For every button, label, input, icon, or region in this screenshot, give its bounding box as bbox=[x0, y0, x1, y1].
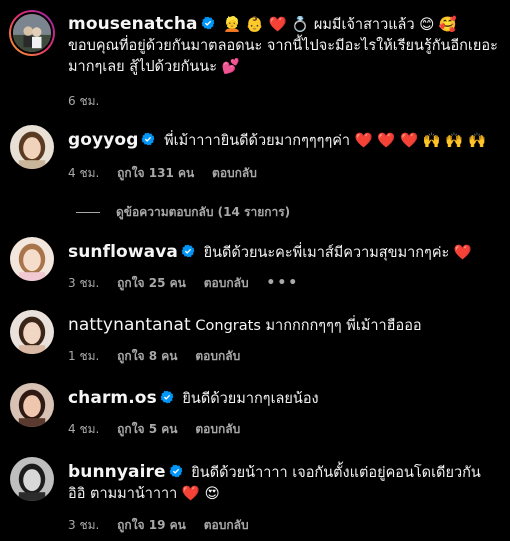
username[interactable]: goyyog bbox=[68, 130, 138, 150]
timestamp: 3 ชม. bbox=[68, 276, 100, 290]
reply-button[interactable]: ตอบกลับ bbox=[195, 349, 240, 363]
comment-body: nattynantanat Congrats มากกกกๆๆๆ พี่เม้า… bbox=[68, 315, 498, 337]
reply-button[interactable]: ตอบกลับ bbox=[204, 518, 249, 532]
comment-text: ยินดีด้วยมากๆเลยน้อง bbox=[182, 391, 319, 407]
verified-badge-icon bbox=[169, 464, 183, 478]
comment-meta: 3 ชม. ถูกใจ 19 คน ตอบกลับ bbox=[68, 516, 263, 535]
like-count[interactable]: ถูกใจ 131 คน bbox=[117, 166, 194, 180]
reply-button[interactable]: ตอบกลับ bbox=[195, 422, 240, 436]
timestamp: 6 ชม. bbox=[68, 94, 100, 108]
verified-badge-icon bbox=[181, 244, 195, 258]
avatar[interactable] bbox=[9, 10, 55, 56]
avatar[interactable] bbox=[10, 310, 54, 354]
comment-meta: 6 ชม. bbox=[68, 92, 113, 111]
view-replies-label: ดูข้อความตอบกลับ (14 รายการ) bbox=[116, 205, 291, 219]
username[interactable]: bunnyaire bbox=[68, 462, 166, 482]
comment-meta: 4 ชม. ถูกใจ 131 คน ตอบกลับ bbox=[68, 164, 271, 183]
divider bbox=[76, 212, 100, 213]
timestamp: 4 ชม. bbox=[68, 422, 100, 436]
comment-body: goyyog พี่เม้าาาายินดีด้วยมากๆๆๆๆค่า ❤️ … bbox=[68, 130, 498, 152]
username[interactable]: sunflowava bbox=[68, 242, 178, 262]
comment-meta: 1 ชม. ถูกใจ 8 คน ตอบกลับ bbox=[68, 347, 254, 366]
comment-meta: 3 ชม. ถูกใจ 25 คน ตอบกลับ ••• bbox=[68, 274, 313, 293]
timestamp: 3 ชม. bbox=[68, 518, 100, 532]
comment-text: Congrats มากกกกๆๆๆ พี่เม้าาฮือออ bbox=[195, 318, 422, 334]
like-count[interactable]: ถูกใจ 8 คน bbox=[117, 349, 177, 363]
comment-body: bunnyaire ยินดีด้วยน้าาาา เจอกันตั้งแต่อ… bbox=[68, 462, 498, 505]
view-replies-button[interactable]: ดูข้อความตอบกลับ (14 รายการ) bbox=[76, 203, 290, 222]
verified-badge-icon bbox=[160, 390, 174, 404]
avatar[interactable] bbox=[10, 457, 54, 501]
avatar[interactable] bbox=[10, 237, 54, 281]
comment-body: sunflowava ยินดีด้วยนะคะพี่เมาส์มีความสุ… bbox=[68, 242, 498, 264]
comment-text: ยินดีด้วยนะคะพี่เมาส์มีความสุขมากๆค่ะ ❤️ bbox=[203, 245, 472, 261]
username[interactable]: nattynantanat bbox=[68, 315, 191, 335]
avatar[interactable] bbox=[10, 125, 54, 169]
reply-button[interactable]: ตอบกลับ bbox=[212, 166, 257, 180]
like-count[interactable]: ถูกใจ 5 คน bbox=[117, 422, 177, 436]
comment-meta: 4 ชม. ถูกใจ 5 คน ตอบกลับ bbox=[68, 420, 254, 439]
avatar[interactable] bbox=[10, 383, 54, 427]
like-count[interactable]: ถูกใจ 25 คน bbox=[117, 276, 186, 290]
comment-text: พี่เม้าาาายินดีด้วยมากๆๆๆๆค่า ❤️ ❤️ ❤️ 🙌… bbox=[164, 133, 487, 149]
comment-body: mousenatcha 👱 👶 ❤️ 💍 ผมมีเจ้าสาวแล้ว 😊 🥰… bbox=[68, 14, 498, 78]
timestamp: 1 ชม. bbox=[68, 349, 100, 363]
username[interactable]: charm.os bbox=[68, 388, 157, 408]
verified-badge-icon bbox=[141, 132, 155, 146]
more-options-icon[interactable]: ••• bbox=[266, 275, 299, 291]
verified-badge-icon bbox=[201, 16, 215, 30]
timestamp: 4 ชม. bbox=[68, 166, 100, 180]
like-count[interactable]: ถูกใจ 19 คน bbox=[117, 518, 186, 532]
comment-body: charm.os ยินดีด้วยมากๆเลยน้อง bbox=[68, 388, 498, 410]
username[interactable]: mousenatcha bbox=[68, 14, 198, 34]
reply-button[interactable]: ตอบกลับ bbox=[204, 276, 249, 290]
